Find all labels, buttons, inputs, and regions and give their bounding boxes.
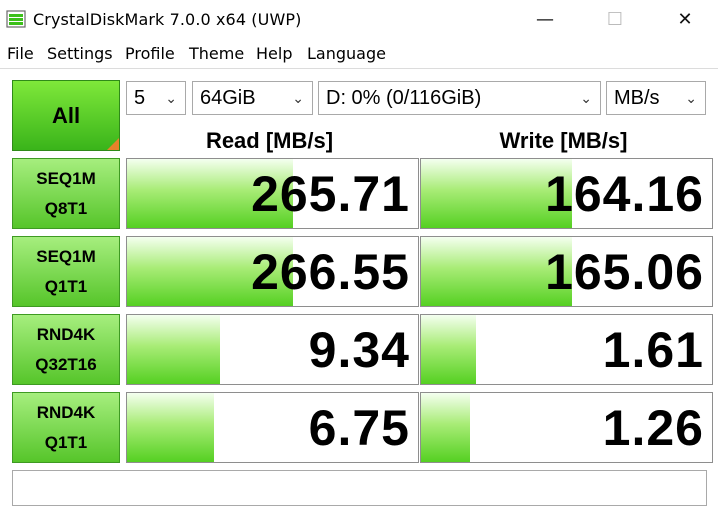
close-button[interactable]: ✕ — [650, 0, 718, 38]
minimize-button[interactable]: — — [510, 0, 580, 38]
menu-file[interactable]: File — [7, 44, 34, 63]
chevron-down-icon: ⌄ — [292, 90, 304, 106]
menu-language[interactable]: Language — [307, 44, 386, 63]
write-result: 165.06 — [420, 236, 713, 307]
write-bar — [421, 315, 477, 384]
test-label-line1: SEQ1M — [36, 168, 96, 188]
read-result: 6.75 — [126, 392, 419, 463]
all-button[interactable]: All — [12, 80, 120, 151]
test-button-seq1m-q1t1[interactable]: SEQ1M Q1T1 — [12, 236, 120, 307]
read-value: 265.71 — [251, 166, 410, 222]
test-count-select[interactable]: 5 ⌄ — [126, 81, 186, 115]
read-result: 266.55 — [126, 236, 419, 307]
test-button-rnd4k-q1t1[interactable]: RND4K Q1T1 — [12, 392, 120, 463]
write-bar — [421, 393, 471, 462]
chevron-down-icon: ⌄ — [685, 90, 697, 106]
write-result: 164.16 — [420, 158, 713, 229]
unit-value: MB/s — [614, 87, 660, 109]
chevron-down-icon: ⌄ — [580, 90, 592, 106]
menu-theme[interactable]: Theme — [189, 44, 244, 63]
write-header: Write [MB/s] — [499, 128, 628, 153]
window-title: CrystalDiskMark 7.0.0 x64 (UWP) — [33, 10, 302, 29]
test-button-rnd4k-q32t16[interactable]: RND4K Q32T16 — [12, 314, 120, 385]
comment-input[interactable] — [12, 470, 707, 506]
test-size-select[interactable]: 64GiB ⌄ — [192, 81, 313, 115]
write-value: 164.16 — [545, 166, 704, 222]
test-label-line1: RND4K — [36, 402, 96, 422]
menu-settings[interactable]: Settings — [47, 44, 113, 63]
title-bar: CrystalDiskMark 7.0.0 x64 (UWP) — ☐ ✕ — [0, 0, 718, 38]
read-value: 9.34 — [308, 322, 410, 378]
drive-select[interactable]: D: 0% (0/116GiB) ⌄ — [318, 81, 601, 115]
read-bar — [127, 393, 215, 462]
test-label-line2: Q1T1 — [44, 432, 88, 452]
menu-bar: File Settings Profile Theme Help Languag… — [0, 39, 718, 69]
write-value: 1.26 — [602, 400, 704, 456]
unit-select[interactable]: MB/s ⌄ — [606, 81, 706, 115]
test-size-value: 64GiB — [200, 87, 256, 109]
test-count-value: 5 — [134, 87, 146, 109]
maximize-button[interactable]: ☐ — [580, 0, 650, 38]
test-label-line2: Q1T1 — [44, 276, 88, 296]
all-button-label: All — [51, 102, 81, 128]
write-value: 165.06 — [545, 244, 704, 300]
drive-value: D: 0% (0/116GiB) — [326, 87, 482, 109]
write-result: 1.61 — [420, 314, 713, 385]
chevron-down-icon: ⌄ — [165, 90, 177, 106]
read-result: 9.34 — [126, 314, 419, 385]
test-button-seq1m-q8t1[interactable]: SEQ1M Q8T1 — [12, 158, 120, 229]
write-value: 1.61 — [602, 322, 704, 378]
test-label-line1: RND4K — [36, 324, 96, 344]
test-label-line2: Q32T16 — [35, 354, 97, 374]
test-label-line2: Q8T1 — [44, 198, 88, 218]
read-value: 266.55 — [251, 244, 410, 300]
read-bar — [127, 315, 221, 384]
corner-marker — [107, 138, 119, 150]
read-header: Read [MB/s] — [205, 128, 334, 153]
test-label-line1: SEQ1M — [36, 246, 96, 266]
read-result: 265.71 — [126, 158, 419, 229]
read-value: 6.75 — [308, 400, 410, 456]
app-icon — [6, 10, 26, 28]
menu-profile[interactable]: Profile — [125, 44, 175, 63]
menu-help[interactable]: Help — [256, 44, 292, 63]
write-result: 1.26 — [420, 392, 713, 463]
